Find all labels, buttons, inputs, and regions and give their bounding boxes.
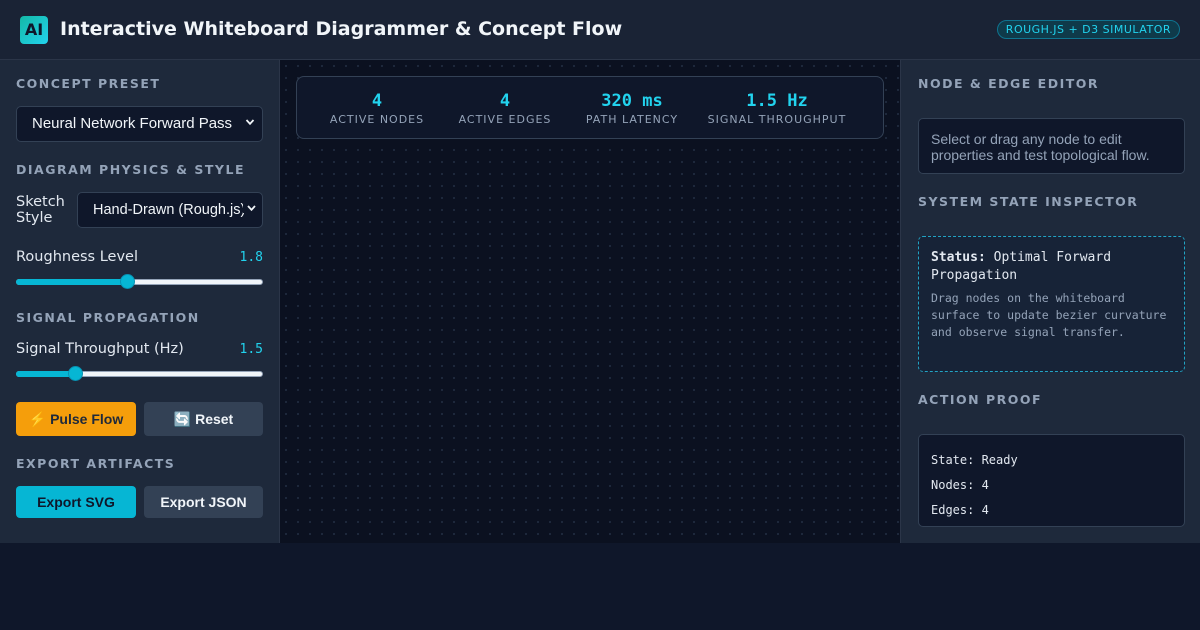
slider-fill bbox=[16, 371, 76, 377]
stat-value: 320 ms bbox=[601, 91, 663, 111]
pulse-flow-button[interactable]: ⚡ Pulse Flow bbox=[16, 402, 136, 436]
proof-line: Nodes: 4 bbox=[931, 478, 989, 492]
export-json-button[interactable]: Export JSON bbox=[144, 486, 263, 518]
editor-hint: Select or drag any node to edit properti… bbox=[918, 118, 1185, 174]
stat-value: 4 bbox=[499, 91, 511, 111]
sketch-style-value: Hand-Drawn (Rough.js) bbox=[93, 202, 246, 218]
stat-value: 1.5 Hz bbox=[746, 91, 808, 111]
concept-preset-heading: CONCEPT PRESET bbox=[16, 76, 161, 91]
inspector-description: Drag nodes on the whiteboard surface to … bbox=[931, 291, 1167, 339]
roughness-slider[interactable] bbox=[16, 274, 263, 289]
action-proof-heading: ACTION PROOF bbox=[918, 392, 1043, 407]
export-svg-button[interactable]: Export SVG bbox=[16, 486, 136, 518]
throughput-label: Signal Throughput (Hz) bbox=[16, 341, 184, 357]
physics-style-heading: DIAGRAM PHYSICS & STYLE bbox=[16, 162, 245, 177]
roughness-label: Roughness Level bbox=[16, 249, 138, 265]
top-bar: AI Interactive Whiteboard Diagrammer & C… bbox=[0, 0, 1200, 60]
proof-line: State: Ready bbox=[931, 453, 1018, 467]
stat-label: ACTIVE NODES bbox=[329, 113, 425, 126]
action-proof-log: State: Ready Nodes: 4 Edges: 4 bbox=[918, 434, 1185, 527]
concept-preset-value: Neural Network Forward Pass bbox=[32, 115, 233, 132]
stat-active-nodes: 4 ACTIVE NODES bbox=[317, 90, 437, 127]
slider-thumb[interactable] bbox=[68, 366, 84, 381]
right-sidebar: NODE & EDGE EDITOR Select or drag any no… bbox=[900, 60, 1200, 543]
slider-thumb[interactable] bbox=[120, 274, 136, 289]
stat-path-latency: 320 ms PATH LATENCY bbox=[572, 90, 692, 127]
node-edge-editor-heading: NODE & EDGE EDITOR bbox=[918, 76, 1100, 91]
status-text: Status: Optimal Forward Propagation bbox=[931, 249, 1172, 285]
stat-label: SIGNAL THROUGHPUT bbox=[707, 113, 847, 126]
app-title: Interactive Whiteboard Diagrammer & Conc… bbox=[60, 18, 623, 40]
roughness-value: 1.8 bbox=[239, 250, 263, 265]
app-logo: AI bbox=[20, 16, 48, 44]
throughput-value: 1.5 bbox=[239, 342, 263, 357]
sketch-style-select[interactable]: Hand-Drawn (Rough.js) bbox=[77, 192, 263, 228]
throughput-slider[interactable] bbox=[16, 366, 263, 381]
concept-preset-select[interactable]: Neural Network Forward Pass bbox=[16, 106, 263, 142]
stat-active-edges: 4 ACTIVE EDGES bbox=[445, 90, 565, 127]
chevron-down-icon bbox=[245, 119, 255, 126]
chevron-down-icon bbox=[243, 203, 257, 213]
state-inspector-card: Status: Optimal Forward Propagation Drag… bbox=[918, 236, 1185, 372]
stat-value: 4 bbox=[371, 91, 383, 111]
signal-propagation-heading: SIGNAL PROPAGATION bbox=[16, 310, 200, 325]
status-label: Status: bbox=[931, 250, 986, 265]
stats-bar: 4 ACTIVE NODES 4 ACTIVE EDGES 320 ms PAT… bbox=[296, 76, 884, 139]
simulator-badge: ROUGH.JS + D3 SIMULATOR bbox=[996, 20, 1180, 39]
sketch-style-label: Sketch Style bbox=[16, 194, 65, 226]
left-sidebar: CONCEPT PRESET Neural Network Forward Pa… bbox=[0, 60, 280, 543]
reset-button[interactable]: 🔄 Reset bbox=[144, 402, 263, 436]
slider-fill bbox=[16, 279, 128, 285]
proof-line: Edges: 4 bbox=[931, 503, 989, 517]
system-state-heading: SYSTEM STATE INSPECTOR bbox=[918, 194, 1139, 209]
whiteboard-canvas[interactable]: 4 ACTIVE NODES 4 ACTIVE EDGES 320 ms PAT… bbox=[280, 60, 900, 543]
stat-label: ACTIVE EDGES bbox=[458, 113, 552, 126]
export-artifacts-heading: EXPORT ARTIFACTS bbox=[16, 456, 176, 471]
stat-signal-throughput: 1.5 Hz SIGNAL THROUGHPUT bbox=[702, 90, 852, 127]
stat-label: PATH LATENCY bbox=[585, 113, 679, 126]
